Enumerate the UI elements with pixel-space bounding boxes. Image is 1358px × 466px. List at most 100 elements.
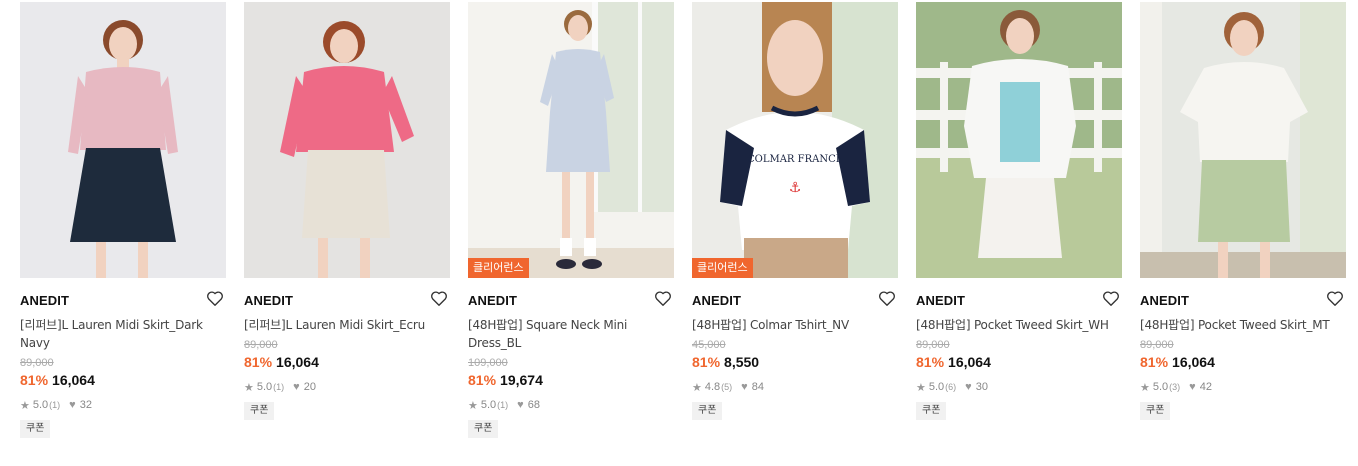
product-image[interactable]: 클리어런스 [468,2,674,278]
coupon-tag: 쿠폰 [692,402,723,420]
brand-name[interactable]: ANEDIT [916,293,965,308]
rating-value: 5.0 [256,381,273,393]
product-image[interactable] [1140,2,1346,278]
discount-rate: 81% [20,372,49,388]
heart-icon: ♥ [293,381,300,393]
price-row: 81% 8,550 [692,353,898,371]
discount-rate: 81% [244,354,273,370]
product-name[interactable]: [48H팝업] Square Neck Mini Dress_BL [468,316,674,352]
svg-text:COLMAR FRANCE: COLMAR FRANCE [747,154,843,165]
product-image[interactable] [916,2,1122,278]
star-icon: ★ [916,381,926,394]
original-price: 89,000 [244,339,278,351]
review-meta: ★ 5.0 (1) ♥ 68 [468,398,674,412]
original-price: 45,000 [692,339,726,351]
heart-outline-icon[interactable] [1326,290,1344,307]
heart-icon: ♥ [69,399,76,411]
product-card[interactable]: ANEDIT [48H팝업] Pocket Tweed Skirt_WH 89,… [916,2,1122,420]
review-meta: ★ 5.0 (3) ♥ 42 [1140,380,1346,394]
brand-name[interactable]: ANEDIT [20,293,69,308]
discount-rate: 81% [1140,354,1169,370]
sale-price: 16,064 [1172,354,1215,370]
product-image[interactable]: COLMAR FRANCE ⚓ 클리어런스 [692,2,898,278]
product-image[interactable] [20,2,226,278]
product-name[interactable]: [48H팝업] Pocket Tweed Skirt_WH [916,316,1122,334]
rating-value: 5.0 [480,399,497,411]
product-photo [468,2,674,278]
clearance-badge: 클리어런스 [692,258,753,278]
review-count: (1) [49,400,61,410]
review-meta: ★ 5.0 (1) ♥ 20 [244,380,450,394]
clearance-badge: 클리어런스 [468,258,529,278]
heart-icon: ♥ [741,381,748,393]
review-meta: ★ 4.8 (5) ♥ 84 [692,380,898,394]
price-row: 81% 19,674 [468,371,674,389]
heart-outline-icon[interactable] [654,290,672,307]
heart-icon: ♥ [965,381,972,393]
heart-icon: ♥ [1189,381,1196,393]
like-count: 30 [975,381,988,393]
star-icon: ★ [468,399,478,412]
product-card[interactable]: COLMAR FRANCE ⚓ 클리어런스 ANEDIT [48H팝업] Col… [692,2,898,420]
product-card[interactable]: ANEDIT [리퍼브]L Lauren Midi Skirt_Dark Nav… [20,2,226,438]
price-row: 81% 16,064 [1140,353,1346,371]
sale-price: 16,064 [276,354,319,370]
product-grid: ANEDIT [리퍼브]L Lauren Midi Skirt_Dark Nav… [0,0,1358,466]
like-count: 68 [527,399,540,411]
star-icon: ★ [20,399,30,412]
original-price: 89,000 [20,357,54,369]
coupon-tag: 쿠폰 [1140,402,1171,420]
svg-text:⚓: ⚓ [789,180,802,196]
review-count: (1) [273,382,285,392]
review-count: (1) [497,400,509,410]
discount-rate: 81% [692,354,721,370]
product-name[interactable]: [48H팝업] Colmar Tshirt_NV [692,316,898,334]
original-price: 89,000 [1140,339,1174,351]
product-name[interactable]: [리퍼브]L Lauren Midi Skirt_Dark Navy [20,316,226,352]
brand-name[interactable]: ANEDIT [1140,293,1189,308]
heart-outline-icon[interactable] [430,290,448,307]
product-photo [1140,2,1346,278]
brand-name[interactable]: ANEDIT [244,293,293,308]
heart-outline-icon[interactable] [1102,290,1120,307]
review-count: (6) [945,382,957,392]
brand-name[interactable]: ANEDIT [692,293,741,308]
sale-price: 19,674 [500,372,543,388]
sale-price: 16,064 [52,372,95,388]
heart-icon: ♥ [517,399,524,411]
discount-rate: 81% [916,354,945,370]
product-name[interactable]: [리퍼브]L Lauren Midi Skirt_Ecru [244,316,450,334]
product-photo [20,2,226,278]
product-photo [916,2,1122,278]
like-count: 20 [303,381,316,393]
like-count: 42 [1199,381,1212,393]
product-photo [244,2,450,278]
like-count: 84 [751,381,764,393]
review-meta: ★ 5.0 (6) ♥ 30 [916,380,1122,394]
product-image[interactable] [244,2,450,278]
review-count: (5) [721,382,733,392]
review-count: (3) [1169,382,1181,392]
rating-value: 5.0 [32,399,49,411]
star-icon: ★ [692,381,702,394]
price-row: 81% 16,064 [20,371,226,389]
heart-outline-icon[interactable] [878,290,896,307]
rating-value: 5.0 [928,381,945,393]
product-card[interactable]: ANEDIT [리퍼브]L Lauren Midi Skirt_Ecru 89,… [244,2,450,420]
discount-rate: 81% [468,372,497,388]
product-card[interactable]: 클리어런스 ANEDIT [48H팝업] Square Neck Mini Dr… [468,2,674,438]
sale-price: 16,064 [948,354,991,370]
product-card[interactable]: ANEDIT [48H팝업] Pocket Tweed Skirt_MT 89,… [1140,2,1346,420]
brand-name[interactable]: ANEDIT [468,293,517,308]
star-icon: ★ [1140,381,1150,394]
original-price: 109,000 [468,357,508,369]
product-name[interactable]: [48H팝업] Pocket Tweed Skirt_MT [1140,316,1346,334]
star-icon: ★ [244,381,254,394]
original-price: 89,000 [916,339,950,351]
heart-outline-icon[interactable] [206,290,224,307]
coupon-tag: 쿠폰 [20,420,51,438]
like-count: 32 [79,399,92,411]
rating-value: 5.0 [1152,381,1169,393]
sale-price: 8,550 [724,354,760,370]
coupon-tag: 쿠폰 [244,402,275,420]
